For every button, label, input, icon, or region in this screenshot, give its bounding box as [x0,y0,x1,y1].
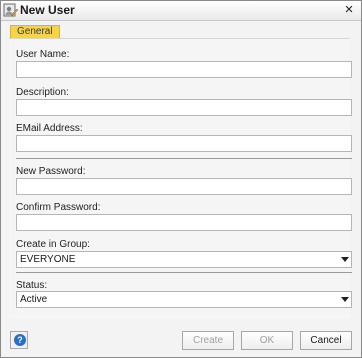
group-label: Create in Group: [16,239,90,250]
new-password-input[interactable] [16,178,352,195]
dialog-footer: ? Create OK Cancel [1,328,361,356]
chevron-down-icon[interactable] [341,257,349,262]
description-input[interactable] [16,99,352,116]
title-bar: New User × [1,1,361,21]
new-user-dialog: New User × General User Name: Descriptio… [0,0,362,358]
help-button[interactable]: ? [10,331,28,349]
general-panel: User Name: Description: EMail Address: N… [9,39,352,319]
status-select-value: Active [20,294,48,305]
group-select-value: EVERYONE [20,254,76,265]
new-password-label: New Password: [16,166,86,177]
status-label: Status: [16,280,48,291]
email-label: EMail Address: [16,123,83,134]
tab-strip: General [1,21,361,39]
dialog-title: New User [20,3,75,17]
help-icon: ? [14,334,26,346]
user-edit-icon [3,3,19,17]
tab-general[interactable]: General [10,25,60,38]
create-button[interactable]: Create [182,331,234,350]
cancel-button[interactable]: Cancel [300,331,352,350]
user-name-input[interactable] [16,61,352,78]
user-name-label: User Name: [16,49,70,60]
confirm-password-label: Confirm Password: [16,202,101,213]
group-select[interactable]: EVERYONE [16,251,352,268]
description-label: Description: [16,87,69,98]
status-select[interactable]: Active [16,291,352,308]
email-input[interactable] [16,135,352,152]
separator [16,158,352,159]
confirm-password-input[interactable] [16,214,352,231]
ok-button[interactable]: OK [241,331,293,350]
close-button[interactable]: × [342,2,356,18]
chevron-down-icon[interactable] [341,297,349,302]
separator [16,272,352,273]
